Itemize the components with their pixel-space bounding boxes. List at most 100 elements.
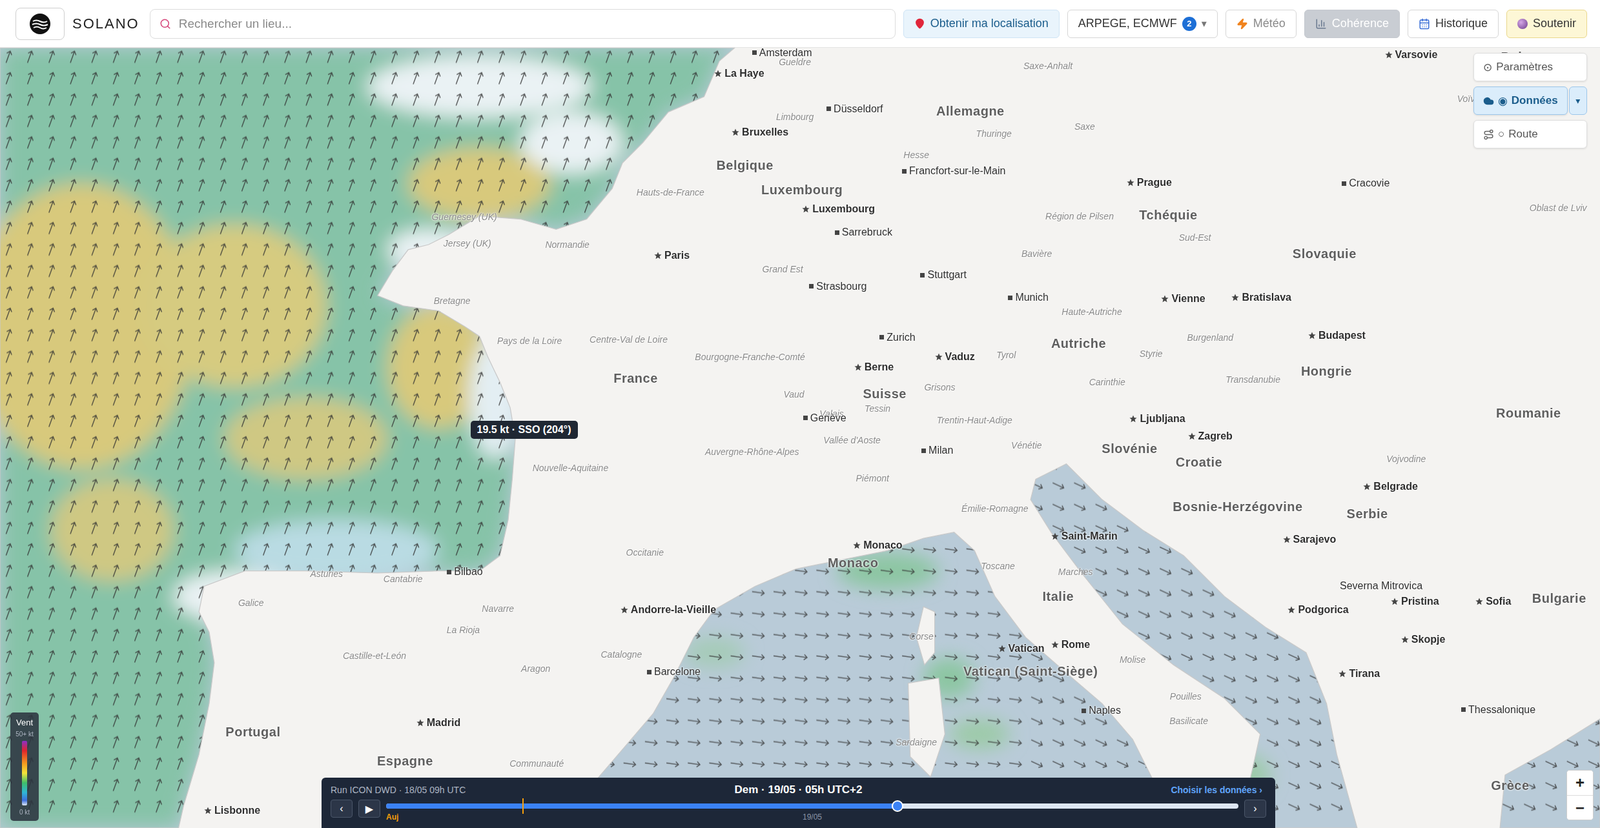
nav-button[interactable]: Météo <box>1225 9 1297 39</box>
solano-logo-icon <box>28 12 52 36</box>
model-select[interactable]: ARPEGE, ECMWF2▾ <box>1067 9 1218 39</box>
cloud-icon <box>1483 95 1495 107</box>
region-label: Émilie-Romagne <box>961 503 1028 514</box>
app: SOLANO Obtenir ma localisationARPEGE, ECM… <box>0 0 1600 828</box>
region-label: Nouvelle-Aquitaine <box>532 462 609 474</box>
capital-star-icon <box>731 128 740 137</box>
capital-star-icon <box>1160 295 1169 303</box>
logo-button[interactable] <box>15 7 65 41</box>
region-label: Galice <box>238 597 265 609</box>
region-label: Communauté <box>509 758 564 770</box>
region-label: Grisons <box>923 382 955 393</box>
nav-button[interactable]: Soutenir <box>1506 9 1588 39</box>
tick-label: 19/05 <box>802 812 822 822</box>
country-label: Italie <box>1042 589 1075 605</box>
layer-button[interactable]: ◉Données <box>1473 86 1568 115</box>
country-label: Monaco <box>827 555 879 571</box>
city-label: Rome <box>1051 639 1090 651</box>
region-label: Catalogne <box>601 649 643 660</box>
region-label: Thuringe <box>976 128 1012 139</box>
wind-legend: Vent50+ kt0 kt <box>10 712 39 822</box>
choose-data-link[interactable]: Choisir les données › <box>1166 784 1267 797</box>
slider-knob[interactable] <box>891 800 904 813</box>
layer-button[interactable]: ○Route <box>1473 120 1588 149</box>
wind-map[interactable] <box>0 47 1600 828</box>
next-button[interactable]: › <box>1244 800 1267 819</box>
region-label: Grand Est <box>762 264 804 275</box>
country-label: Grèce <box>1490 778 1529 793</box>
city-label: Bruxelles <box>731 126 789 139</box>
capital-star-icon <box>416 719 425 728</box>
capital-star-icon <box>1390 597 1399 606</box>
legend-min: 0 kt <box>19 809 30 817</box>
country-label: Slovaquie <box>1292 246 1357 262</box>
city-label: Monaco <box>852 539 903 552</box>
city-dot <box>826 106 831 112</box>
zoom-button[interactable]: + <box>1567 770 1593 796</box>
pin-icon <box>914 18 926 30</box>
region-label: Pays de la Loire <box>497 335 562 347</box>
city-dot <box>1081 708 1087 714</box>
capital-star-icon <box>998 645 1006 653</box>
city-label: Munich <box>1007 291 1049 304</box>
lightning-icon <box>1236 18 1249 30</box>
capital-star-icon <box>654 251 662 260</box>
country-label: Serbie <box>1346 506 1389 522</box>
city-label: Luxembourg <box>801 203 875 216</box>
capital-star-icon <box>854 363 862 372</box>
city-label: Thessalonique <box>1461 704 1536 717</box>
country-label: Autriche <box>1051 336 1107 352</box>
capital-star-icon <box>1384 51 1393 59</box>
region-label: Toscane <box>980 561 1015 572</box>
city-label: Sofia <box>1475 595 1511 608</box>
capital-star-icon <box>204 807 212 815</box>
city-label: Amsterdam <box>752 47 813 59</box>
nav-button[interactable]: Cohérence <box>1304 9 1400 39</box>
layer-row: ○Route <box>1473 120 1588 149</box>
time-slider[interactable]: Auj 19/05 <box>386 800 1239 826</box>
city-label: Paris <box>654 249 690 262</box>
region-label: Carinthie <box>1089 377 1126 388</box>
country-label: Espagne <box>377 753 434 769</box>
layer-caret[interactable]: ▾ <box>1569 86 1588 115</box>
layer-row: ⊙Paramètres <box>1473 52 1588 82</box>
nav-button[interactable]: Historique <box>1407 9 1499 39</box>
region-label: Vénétie <box>1011 440 1042 451</box>
region-label: Piémont <box>856 473 890 484</box>
layer-button[interactable]: ⊙Paramètres <box>1473 52 1588 82</box>
region-label: Bretagne <box>433 295 471 307</box>
region-label: Oblast de Lviv <box>1529 202 1588 214</box>
capital-star-icon <box>1338 670 1347 678</box>
city-label: Vienne <box>1160 293 1205 305</box>
region-label: Région de Pilsen <box>1045 211 1114 222</box>
capital-star-icon <box>1129 415 1138 423</box>
map-area[interactable]: Saxe-AnhaltGueldreLimbourgHesseThuringeS… <box>0 47 1600 828</box>
region-label: Navarre <box>481 603 514 615</box>
city-label: Milan <box>921 444 954 457</box>
city-label: Andorre-la-Vieille <box>620 604 717 616</box>
now-label: Auj <box>386 812 399 822</box>
search-icon <box>159 18 172 30</box>
brand: SOLANO <box>72 15 140 33</box>
prev-button[interactable]: ‹ <box>330 800 353 819</box>
timeline: Run ICON DWD · 18/05 09h UTCDem · 19/05 … <box>321 778 1276 828</box>
city-dot <box>920 273 925 278</box>
play-button[interactable]: ▶ <box>358 800 381 819</box>
search-box[interactable] <box>149 9 896 39</box>
model-count-badge: 2 <box>1182 16 1197 31</box>
capital-star-icon <box>620 606 629 615</box>
location-button[interactable]: Obtenir ma localisation <box>903 9 1060 39</box>
region-label: Occitanie <box>626 547 664 558</box>
capital-star-icon <box>1401 635 1409 644</box>
zoom-button[interactable]: − <box>1567 795 1593 821</box>
city-label: Tirana <box>1338 668 1380 680</box>
capital-star-icon <box>1126 178 1135 187</box>
search-input[interactable] <box>177 16 886 32</box>
region-label: Marches <box>1058 566 1094 578</box>
city-label: Pristina <box>1390 595 1440 608</box>
country-label: Roumanie <box>1496 405 1562 421</box>
city-label: Podgorica <box>1287 604 1349 616</box>
city-label: Bratislava <box>1231 291 1292 304</box>
region-label: Valais <box>819 408 844 420</box>
city-label: Sarrebruck <box>834 226 893 239</box>
